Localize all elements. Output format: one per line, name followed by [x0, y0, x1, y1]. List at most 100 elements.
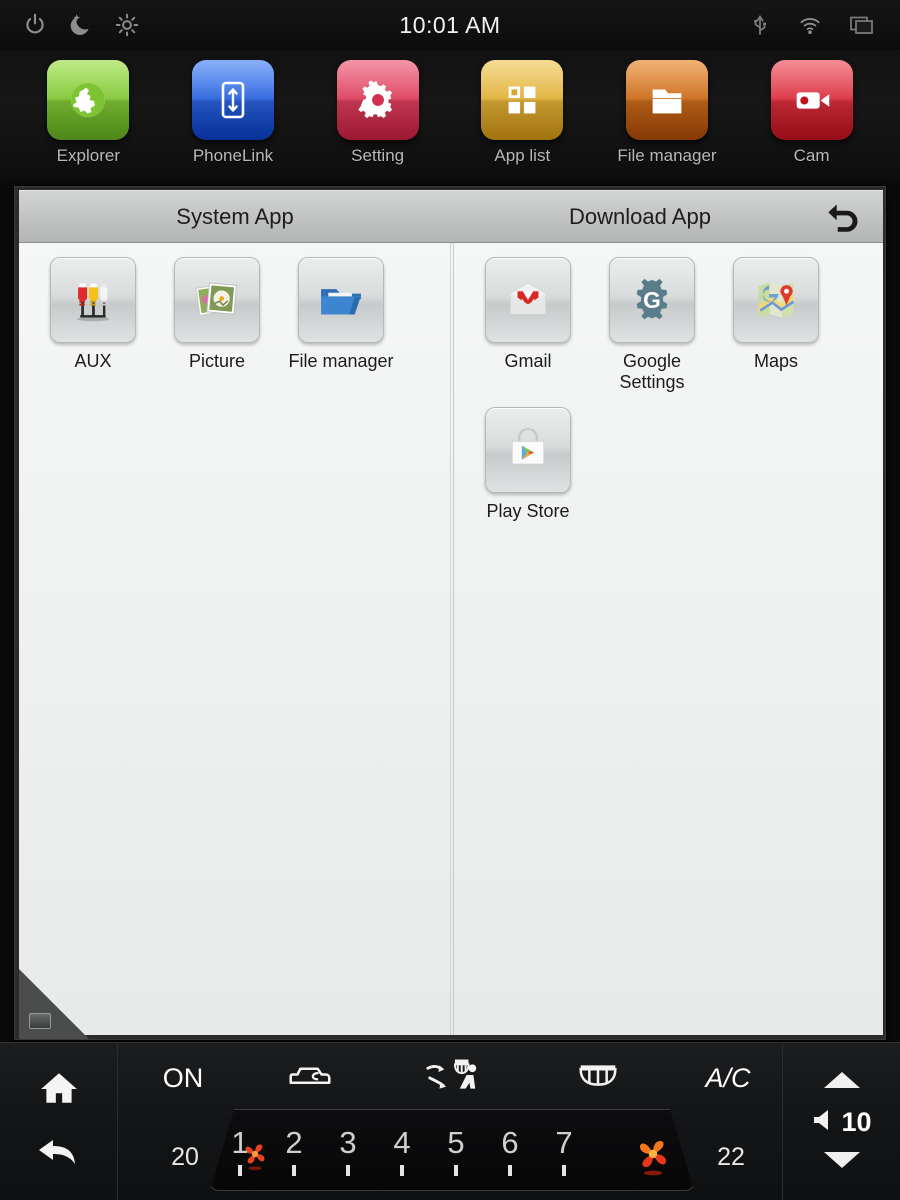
- app-item-google-settings[interactable]: G Google Settings: [590, 257, 714, 393]
- shortcut-app-list[interactable]: App list: [458, 60, 586, 166]
- tab-system-app[interactable]: System App: [19, 191, 451, 243]
- temperature-right[interactable]: 22: [700, 1143, 762, 1172]
- maps-icon: [733, 257, 819, 343]
- rear-defrost-button[interactable]: [558, 1057, 638, 1100]
- window-body: AUX Picture File manager Gmail G Google …: [19, 243, 883, 1035]
- app-item-gmail[interactable]: Gmail: [466, 257, 590, 393]
- photo-icon: [174, 257, 260, 343]
- fan-high-button[interactable]: [628, 1129, 678, 1184]
- fan-tick-1: [238, 1165, 242, 1176]
- system-app-grid: AUX Picture File manager: [19, 257, 453, 386]
- fan-tick-3: [346, 1165, 350, 1176]
- globe-icon: [47, 60, 130, 140]
- climate-power-button[interactable]: ON: [138, 1063, 228, 1094]
- fan-tick-6: [508, 1165, 512, 1176]
- app-label: Play Store: [486, 501, 570, 521]
- recent-apps-icon[interactable]: [848, 13, 873, 37]
- fan-tick-4: [400, 1165, 404, 1176]
- app-label: Picture: [188, 351, 246, 371]
- shortcut-explorer[interactable]: Explorer: [24, 60, 152, 166]
- fan-step-5[interactable]: 5: [438, 1125, 474, 1161]
- download-app-pane: Gmail G Google Settings Maps Play Store: [450, 243, 883, 1035]
- climate-button-row: ON A/C: [118, 1051, 782, 1105]
- recirculation-button[interactable]: [270, 1059, 350, 1098]
- shortcut-file-manager[interactable]: File manager: [603, 60, 731, 166]
- window-back-button[interactable]: [815, 195, 871, 241]
- temperature-left-value: 20: [171, 1143, 199, 1171]
- shortcut-label: Setting: [351, 146, 405, 165]
- shortcut-label: Explorer: [56, 146, 120, 165]
- back-button[interactable]: [36, 1134, 82, 1174]
- volume-up-icon: [822, 1071, 862, 1094]
- fan-tick-7: [562, 1165, 566, 1176]
- climate-power-label: ON: [162, 1062, 204, 1093]
- volume-up-button[interactable]: [822, 1070, 862, 1095]
- app-item-picture[interactable]: Picture: [155, 257, 279, 372]
- grid-icon: [481, 60, 564, 140]
- app-label: File manager: [288, 351, 394, 371]
- rear-defrost-icon: [572, 1057, 624, 1100]
- wifi-icon: [798, 13, 822, 37]
- climate-center: ON A/C 20 1 2 3 4 5 6 7 22: [118, 1043, 782, 1200]
- fan-step-7[interactable]: 7: [546, 1125, 582, 1161]
- shortcut-label: Cam: [793, 146, 830, 165]
- status-bar-left-icons: [0, 12, 140, 38]
- ac-button[interactable]: A/C: [688, 1063, 768, 1094]
- volume-down-button[interactable]: [822, 1150, 862, 1175]
- status-bar: 10:01 AM: [0, 0, 900, 50]
- shortcut-label: File manager: [617, 146, 717, 165]
- app-item-aux[interactable]: AUX: [31, 257, 155, 372]
- fan-step-scale: 1 2 3 4 5 6 7: [222, 1117, 682, 1187]
- play-store-icon: [485, 407, 571, 493]
- app-item-maps[interactable]: Maps: [714, 257, 838, 393]
- back-arrow-icon: [822, 198, 864, 239]
- download-app-grid: Gmail G Google Settings Maps Play Store: [454, 257, 883, 536]
- climate-control-bar: ON A/C 20 1 2 3 4 5 6 7 22 10: [0, 1042, 900, 1200]
- temperature-right-value: 22: [717, 1143, 745, 1171]
- home-icon: [38, 1069, 80, 1112]
- shortcut-label: PhoneLink: [192, 146, 274, 165]
- fan-step-1[interactable]: 1: [222, 1125, 258, 1161]
- fan-step-2[interactable]: 2: [276, 1125, 312, 1161]
- volume-cluster: 10: [782, 1043, 900, 1200]
- tab-system-app-label: System App: [176, 204, 294, 229]
- fan-tick-5: [454, 1165, 458, 1176]
- night-mode-icon[interactable]: [68, 12, 94, 38]
- fan-step-3[interactable]: 3: [330, 1125, 366, 1161]
- gear-icon: [336, 60, 419, 140]
- folder-icon: [625, 60, 708, 140]
- status-bar-right-icons: [748, 13, 900, 37]
- rca-cables-icon: [50, 257, 136, 343]
- svg-text:G: G: [643, 287, 661, 313]
- fan-step-4[interactable]: 4: [384, 1125, 420, 1161]
- system-app-pane: AUX Picture File manager: [19, 243, 453, 1035]
- brightness-icon[interactable]: [114, 12, 140, 38]
- tab-download-app[interactable]: Download App: [451, 191, 829, 243]
- shortcut-phonelink[interactable]: PhoneLink: [169, 60, 297, 166]
- airflow-seat-button[interactable]: [408, 1054, 498, 1103]
- shortcut-cam[interactable]: Cam: [748, 60, 876, 166]
- fan-step-6[interactable]: 6: [492, 1125, 528, 1161]
- car-recirculation-icon: [283, 1059, 337, 1098]
- temperature-left[interactable]: 20: [154, 1143, 216, 1172]
- tab-download-app-label: Download App: [569, 204, 711, 229]
- volume-level: 10: [841, 1106, 872, 1137]
- app-label: Google Settings: [619, 351, 685, 392]
- shortcut-dock: Explorer PhoneLink Setting App list File…: [0, 50, 900, 182]
- ac-label: A/C: [705, 1062, 751, 1093]
- app-item-file-manager[interactable]: File manager: [279, 257, 403, 372]
- home-button[interactable]: [36, 1070, 82, 1110]
- volume-readout: 10: [811, 1106, 872, 1138]
- fan-high-icon: [628, 1141, 678, 1183]
- app-label: AUX: [74, 351, 112, 371]
- google-settings-icon: G: [609, 257, 695, 343]
- fan-tick-2: [292, 1165, 296, 1176]
- app-item-play-store[interactable]: Play Store: [466, 407, 590, 522]
- shortcut-setting[interactable]: Setting: [314, 60, 442, 166]
- power-icon[interactable]: [22, 12, 48, 38]
- volume-down-icon: [822, 1151, 862, 1174]
- shortcut-label: App list: [494, 146, 551, 165]
- nav-cluster: [0, 1043, 118, 1200]
- phone-link-icon: [191, 60, 274, 140]
- app-label: Gmail: [504, 351, 552, 371]
